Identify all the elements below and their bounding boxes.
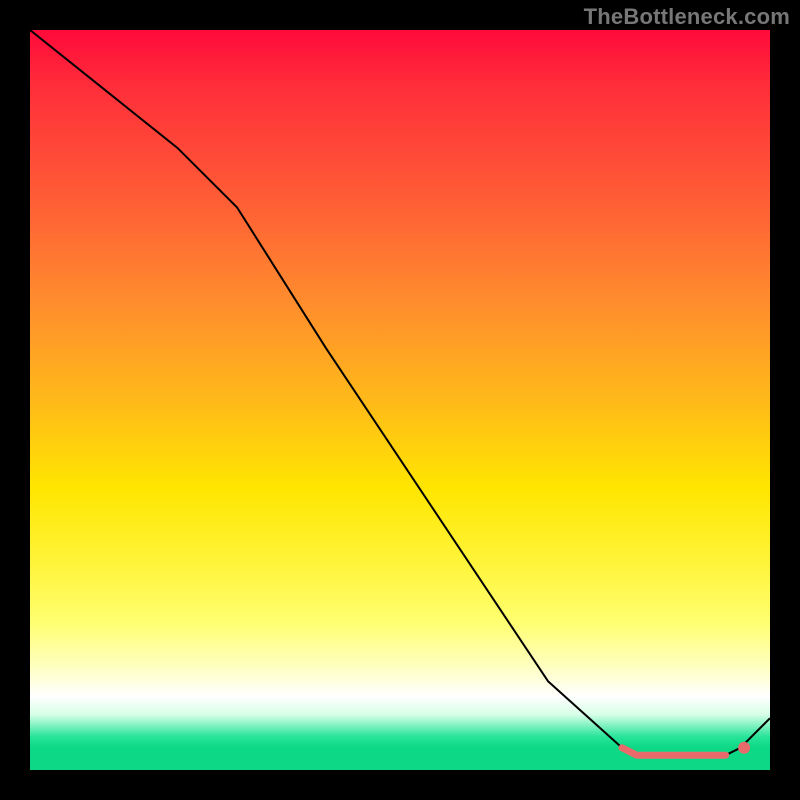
marker-highlight-dot bbox=[738, 742, 750, 754]
chart-svg bbox=[30, 30, 770, 770]
watermark-text: TheBottleneck.com bbox=[584, 4, 790, 30]
series-curve bbox=[30, 30, 770, 755]
plot-area bbox=[30, 30, 770, 770]
series-highlight-segment bbox=[622, 748, 726, 755]
chart-stage: TheBottleneck.com bbox=[0, 0, 800, 800]
